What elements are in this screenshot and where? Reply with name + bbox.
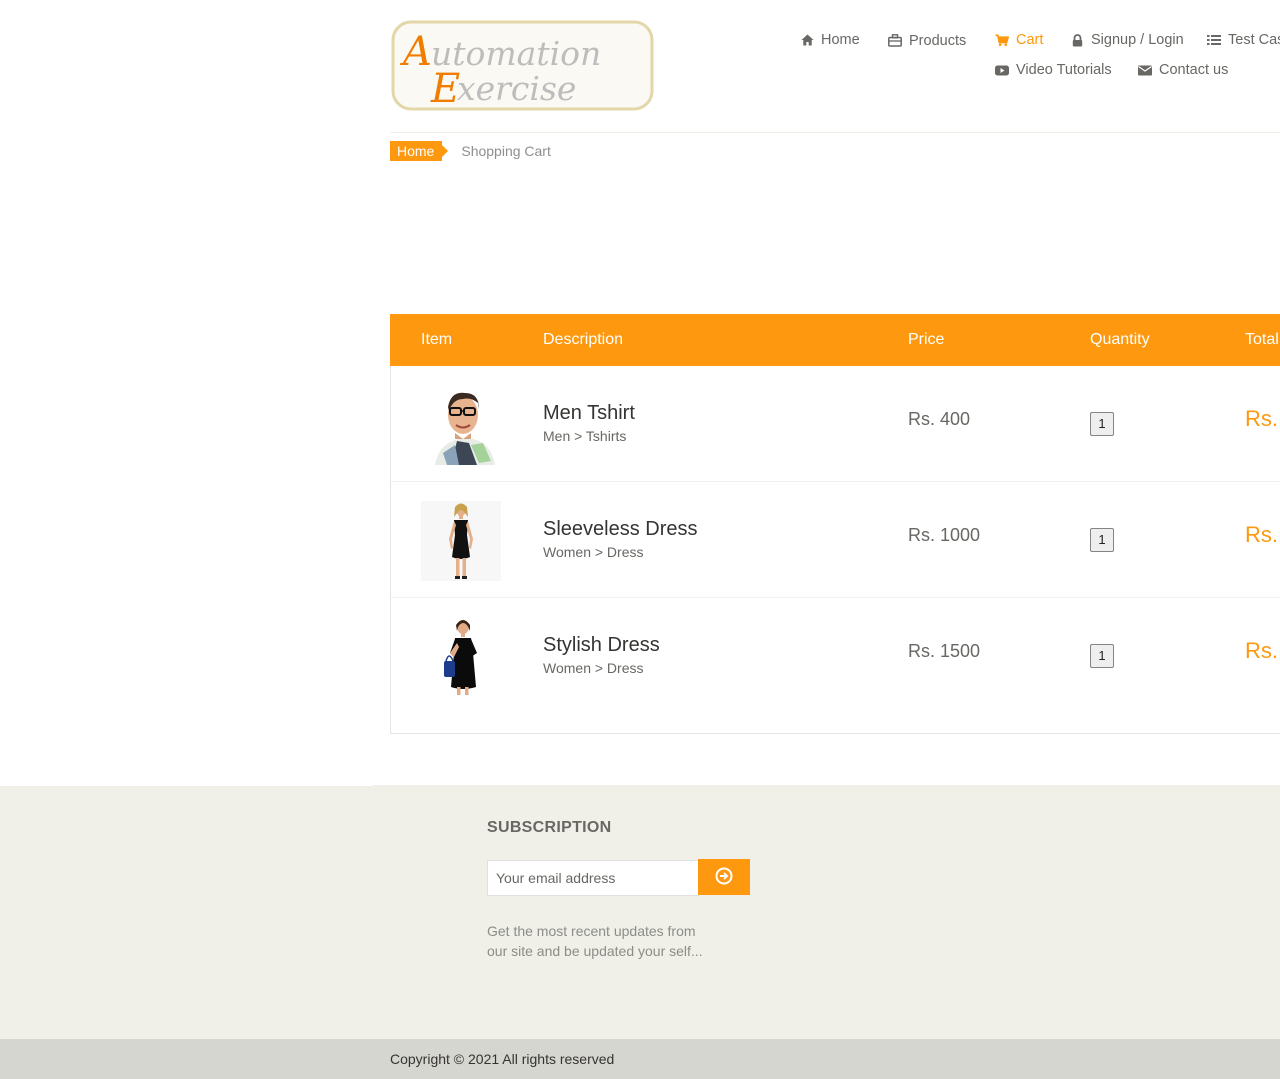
cart-row: Stylish Dress Women > Dress Rs. 1500 1 R… [391, 598, 1280, 714]
nav-products[interactable]: Products [888, 32, 967, 49]
sleeveless-dress-image[interactable] [421, 501, 501, 581]
product-name[interactable]: Sleeveless Dress [543, 518, 698, 541]
col-total: Total [1245, 331, 1279, 348]
nav-video-tutorials-label: Video Tutorials [1016, 62, 1112, 78]
breadcrumb-current: Shopping Cart [461, 143, 551, 159]
quantity-button[interactable]: 1 [1090, 528, 1114, 552]
nav-signup-login-label: Signup / Login [1091, 32, 1184, 48]
arrow-circle-right-icon [715, 867, 733, 888]
nav-cart[interactable]: Cart [995, 32, 1043, 48]
product-total: Rs. [1245, 406, 1278, 431]
col-item: Item [421, 331, 453, 348]
nav-video-tutorials[interactable]: Video Tutorials [995, 62, 1112, 78]
quantity-button[interactable]: 1 [1090, 412, 1114, 436]
col-price: Price [908, 331, 945, 348]
product-total: Rs. [1245, 638, 1278, 663]
cart-icon [995, 33, 1009, 47]
nav-cart-label: Cart [1016, 32, 1044, 48]
nav-contact-us[interactable]: Contact us [1138, 62, 1228, 78]
subscription-note: Get the most recent updates from our sit… [487, 923, 703, 959]
nav-test-cases-label: Test Cas [1228, 32, 1280, 48]
breadcrumb: Home Shopping Cart [390, 141, 551, 161]
nav-home-label: Home [821, 32, 860, 48]
page: A utomation E xercise Home Products Cart [0, 0, 1280, 1079]
product-price: Rs. 1500 [908, 641, 981, 661]
product-category: Women > Dress [543, 660, 644, 676]
product-total: Rs. [1245, 522, 1278, 547]
lock-icon [1070, 33, 1084, 47]
col-quantity: Quantity [1090, 331, 1150, 348]
copyright-text: Copyright © 2021 All rights reserved [390, 1051, 615, 1067]
men-tshirt-image[interactable] [421, 385, 501, 465]
nav-test-cases[interactable]: Test Cas [1207, 32, 1280, 48]
header-divider [390, 132, 1280, 133]
nav-signup-login[interactable]: Signup / Login [1070, 32, 1184, 48]
cart-row: Sleeveless Dress Women > Dress Rs. 1000 … [391, 482, 1280, 598]
product-category: Women > Dress [543, 544, 644, 560]
subscribe-button[interactable] [698, 859, 750, 895]
list-icon [1207, 33, 1221, 47]
stylish-dress-image[interactable] [421, 617, 501, 697]
footer-widget-area [0, 785, 1280, 1039]
subscription-email-input[interactable] [487, 860, 699, 896]
main-nav: Home Products Cart Signup / Login Test C… [0, 0, 1280, 100]
cart-table: Item Description Price Quantity Total Me… [390, 314, 1280, 734]
cart-table-header: Item Description Price Quantity Total [390, 314, 1280, 366]
product-price: Rs. 1000 [908, 525, 981, 545]
product-name[interactable]: Stylish Dress [543, 634, 660, 657]
nav-contact-us-label: Contact us [1159, 62, 1229, 78]
video-icon [995, 63, 1009, 77]
product-category: Men > Tshirts [543, 428, 627, 444]
home-icon [800, 33, 814, 47]
footer-bottom-bar [0, 1039, 1280, 1079]
product-name[interactable]: Men Tshirt [543, 402, 635, 425]
nav-home[interactable]: Home [800, 32, 860, 48]
cart-row: Men Tshirt Men > Tshirts Rs. 400 1 Rs. [391, 366, 1280, 482]
nav-products-label: Products [909, 33, 967, 49]
quantity-button[interactable]: 1 [1090, 644, 1114, 668]
envelope-icon [1138, 63, 1152, 77]
products-icon [888, 33, 902, 47]
col-description: Description [543, 331, 624, 348]
breadcrumb-home[interactable]: Home [390, 141, 449, 161]
subscription-title: SUBSCRIPTION [487, 819, 612, 836]
product-price: Rs. 400 [908, 409, 971, 429]
